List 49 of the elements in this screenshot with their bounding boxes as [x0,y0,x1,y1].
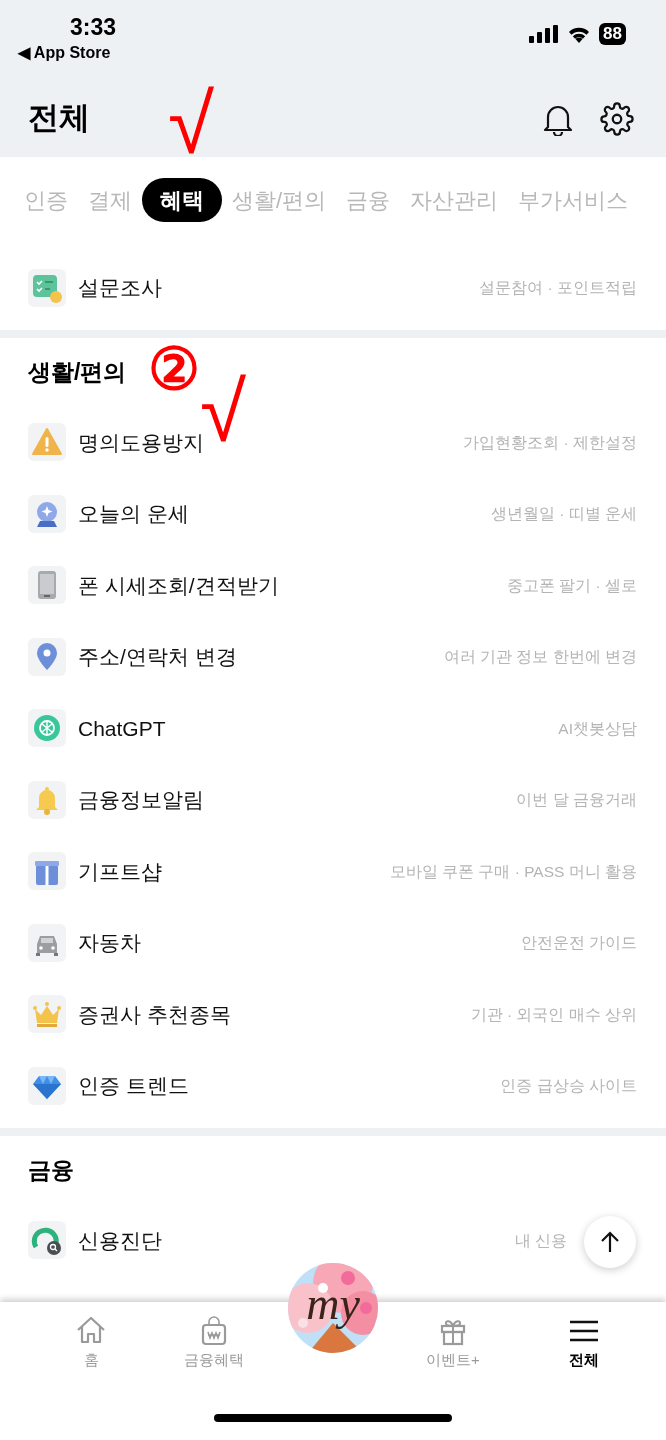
arrow-up-icon [599,1230,621,1254]
menu-item-title[interactable]: 자동차 [78,927,141,959]
back-link[interactable]: ◀ App Store [18,42,117,64]
menu-item-title[interactable]: 폰 시세조회/견적받기 [78,569,279,601]
menu-item-title[interactable]: 금융정보알림 [78,784,204,816]
scroll-top-button[interactable] [584,1216,636,1268]
status-time: 3:33 [69,13,117,42]
menu-item-description: 가입현황조회 · 제한설정 [463,432,637,453]
car-icon [28,923,66,962]
category-tab[interactable]: 혜택 [142,178,222,222]
menu-item-description: 내 신용 [514,1230,567,1251]
wifi-icon [567,25,592,43]
page-title: 전체 [28,99,90,138]
gift-icon [28,852,66,891]
battery-indicator: 88 [599,23,626,45]
menu-item-description: 생년월일 · 띠별 운세 [490,504,637,525]
menu-item-title[interactable]: 주소/연락처 변경 [78,641,237,673]
signal-icon [529,25,560,43]
annotation-mark: √ [168,82,215,166]
annotation-mark: ② [148,340,200,398]
menu-item-description: 이번 달 금융거래 [516,790,637,811]
section-heading: 금융 [28,1155,74,1185]
menu-item-description: AI챗봇상담 [558,718,637,739]
menu-item-title[interactable]: 인증 트렌드 [78,1070,189,1102]
my-page-button[interactable]: my [288,1263,378,1353]
settings-icon[interactable] [600,101,634,136]
bell-icon [28,780,66,819]
chat-bot-icon [28,709,66,748]
survey-icon [28,268,66,307]
menu-item-title[interactable]: 설문조사 [78,272,162,304]
location-pin-icon [28,637,66,676]
menu-item-description: 기관 · 외국인 매수 상위 [470,1004,637,1025]
menu-item-title[interactable]: 신용진단 [78,1224,162,1256]
gauge-search-icon [28,1221,66,1260]
crown-icon [28,995,66,1034]
menu-item-description: 모바일 쿠폰 구매 · PASS 머니 활용 [389,861,637,882]
menu-item-title[interactable]: 증권사 추천종목 [78,998,231,1030]
menu-item-title[interactable]: 오늘의 운세 [78,498,189,530]
warning-icon [28,423,66,462]
menu-item-description: 중고폰 팔기 · 셀로 [506,575,637,596]
menu-item-title[interactable]: 기프트샵 [78,855,162,887]
menu-item-title[interactable]: ChatGPT [78,712,166,744]
menu-item-description: 여러 기관 정보 한번에 변경 [443,647,637,668]
section-heading: 생활/편의 [28,357,127,387]
nav-tab[interactable]: 전체 [534,1314,634,1370]
phone-icon [28,566,66,605]
menu-item-description: 설문참여 · 포인트적립 [479,278,637,299]
menu-item-description: 안전운전 가이드 [520,933,637,954]
menu-item-description: 인증 급상승 사이트 [500,1076,637,1097]
